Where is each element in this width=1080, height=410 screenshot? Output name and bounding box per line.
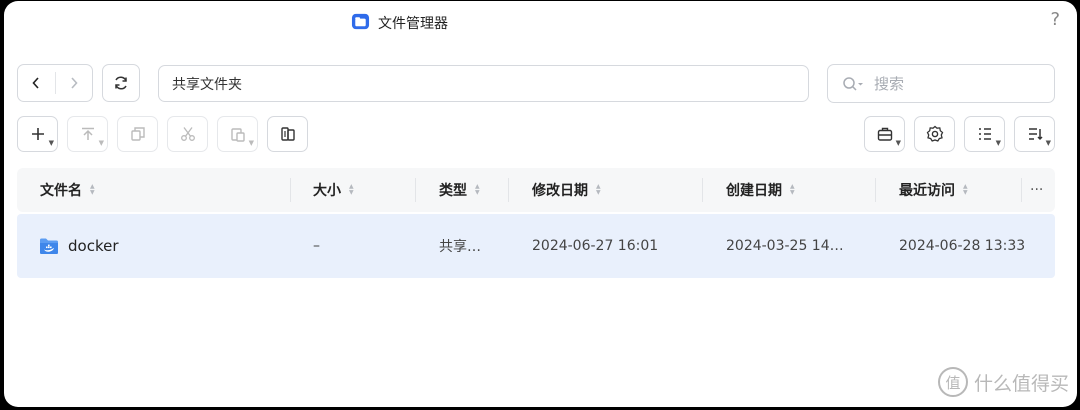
dropdown-caret-icon: ▼ xyxy=(995,139,1001,147)
sort-icon xyxy=(1028,128,1043,141)
more-icon: ··· xyxy=(1030,182,1044,198)
cut-button[interactable] xyxy=(167,116,208,152)
column-header-created[interactable]: 创建日期 ▲ ▼ xyxy=(726,168,795,212)
sort-arrows-icon: ▲ ▼ xyxy=(963,183,968,196)
new-button[interactable]: ▼ xyxy=(17,116,58,152)
sort-arrows-icon: ▲ ▼ xyxy=(596,183,601,196)
dropdown-caret-icon: ▼ xyxy=(48,139,54,147)
briefcase-icon xyxy=(877,127,892,141)
dropdown-caret-icon: ▼ xyxy=(1045,139,1051,147)
view-mode-button[interactable]: ▼ xyxy=(964,116,1005,152)
archive-icon xyxy=(280,127,295,141)
sort-arrows-icon: ▲ ▼ xyxy=(349,183,354,196)
column-options-button[interactable]: ··· xyxy=(1030,168,1043,212)
dropdown-caret-icon: ▼ xyxy=(248,139,254,147)
cell-type: 共享… xyxy=(439,239,481,255)
title-bar: 文件管理器 ? xyxy=(4,1,1077,45)
watermark: 值 什么值得买 xyxy=(937,367,1069,397)
cell-size: – xyxy=(313,238,320,254)
sort-arrows-icon: ▲ ▼ xyxy=(90,183,95,196)
sort-button[interactable]: ▼ xyxy=(1014,116,1055,152)
file-manager-window: 文件管理器 ? 共享文件夹 搜索 ▼ ▼ ▼ ▼ ▼ ▼ 文件名 ▲ ▼ 大小 … xyxy=(4,1,1077,407)
column-header-modified[interactable]: 修改日期 ▲ ▼ xyxy=(532,168,601,212)
column-divider[interactable] xyxy=(415,178,416,202)
forward-button[interactable] xyxy=(55,65,92,101)
dropdown-caret-icon: ▼ xyxy=(98,139,104,147)
path-text: 共享文件夹 xyxy=(172,76,242,93)
list-view-icon xyxy=(978,128,991,140)
refresh-button[interactable] xyxy=(102,64,140,102)
column-divider[interactable] xyxy=(290,178,291,202)
column-header-name[interactable]: 文件名 ▲ ▼ xyxy=(40,168,95,212)
watermark-logo: 值 xyxy=(937,367,968,397)
cell-created: 2024-03-25 14… xyxy=(726,238,844,254)
chevron-right-icon xyxy=(71,77,78,89)
nav-button-group xyxy=(17,64,93,102)
folder-app-icon xyxy=(351,13,370,30)
column-divider[interactable] xyxy=(875,178,876,202)
search-input[interactable]: 搜索 xyxy=(827,64,1055,103)
column-divider[interactable] xyxy=(1021,178,1022,202)
scissors-icon xyxy=(180,127,195,141)
column-header-type[interactable]: 类型 ▲ ▼ xyxy=(439,168,480,212)
window-title: 文件管理器 xyxy=(378,16,448,32)
cell-modified: 2024-06-27 16:01 xyxy=(532,238,659,254)
watermark-text: 什么值得买 xyxy=(973,372,1069,395)
sort-arrows-icon: ▲ ▼ xyxy=(475,183,480,196)
toolbox-button[interactable]: ▼ xyxy=(864,116,905,152)
table-row[interactable]: docker – 共享… 2024-06-27 16:01 2024-03-25… xyxy=(17,214,1055,278)
copy-button[interactable] xyxy=(117,116,158,152)
back-button[interactable] xyxy=(18,65,55,101)
paste-button[interactable]: ▼ xyxy=(217,116,258,152)
search-placeholder: 搜索 xyxy=(874,75,905,93)
refresh-icon xyxy=(115,76,127,90)
paste-icon xyxy=(230,128,245,142)
upload-button[interactable]: ▼ xyxy=(67,116,108,152)
cell-accessed: 2024-06-28 13:33 xyxy=(899,238,1026,254)
column-divider[interactable] xyxy=(508,178,509,202)
cell-name: docker xyxy=(39,214,119,278)
compress-button[interactable] xyxy=(267,116,308,152)
file-name: docker xyxy=(68,237,119,255)
search-icon xyxy=(843,76,863,91)
gear-icon xyxy=(926,125,943,142)
upload-icon xyxy=(81,127,94,140)
help-icon[interactable]: ? xyxy=(1050,9,1060,30)
path-bar[interactable]: 共享文件夹 xyxy=(158,65,809,102)
table-header: 文件名 ▲ ▼ 大小 ▲ ▼ 类型 ▲ ▼ 修改日期 ▲ ▼ 创建日期 ▲ ▼ 最近访问 … xyxy=(17,168,1055,212)
shared-folder-icon xyxy=(40,238,58,254)
dropdown-caret-icon: ▼ xyxy=(895,139,901,147)
column-header-size[interactable]: 大小 ▲ ▼ xyxy=(313,168,354,212)
plus-icon xyxy=(31,128,44,140)
settings-button[interactable] xyxy=(914,116,955,152)
column-header-accessed[interactable]: 最近访问 ▲ ▼ xyxy=(899,168,968,212)
copy-icon xyxy=(130,127,145,141)
chevron-left-icon xyxy=(32,77,39,89)
column-divider[interactable] xyxy=(702,178,703,202)
sort-arrows-icon: ▲ ▼ xyxy=(790,183,795,196)
